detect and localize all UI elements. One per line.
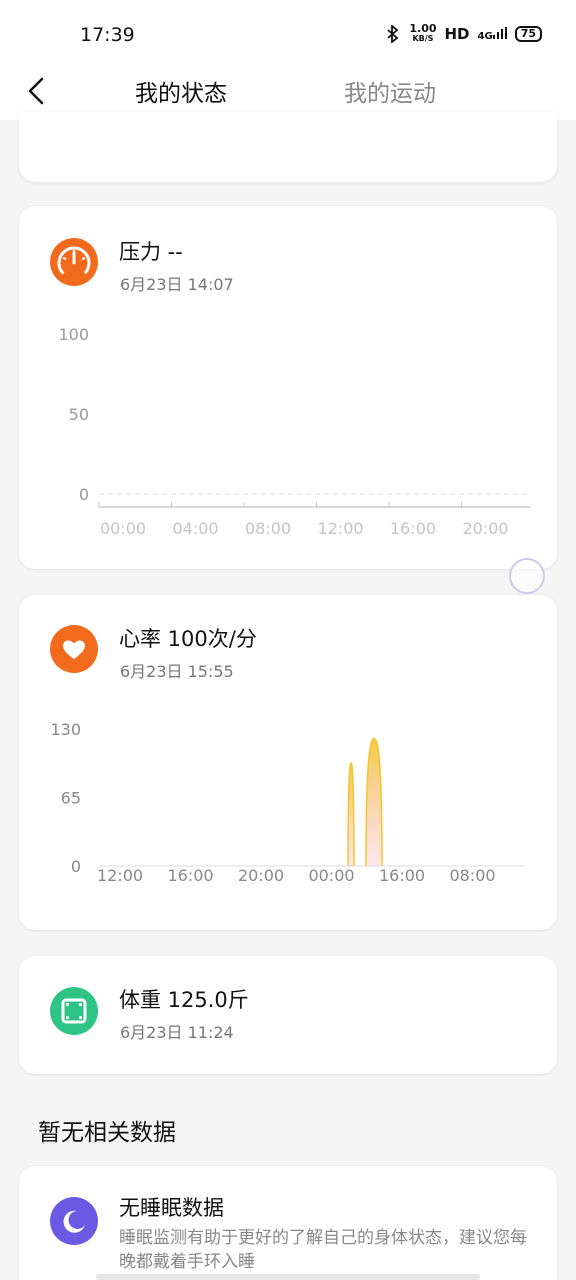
y-tick-label: 0 — [71, 857, 81, 876]
heart-rate-spike — [365, 737, 383, 867]
speed-unit: KB/S — [412, 34, 434, 43]
battery-icon: 75 — [514, 26, 542, 42]
y-tick-label: 65 — [61, 789, 81, 808]
x-tick-label: 16:00 — [379, 866, 425, 885]
sleep-card[interactable]: z 无睡眠数据 睡眠监测有助于更好的了解自己的身体状态，建议您每晚都戴着手环入睡 — [19, 1166, 557, 1280]
heart-rate-chart: 130 65 0 12:00 16:00 20:00 00:00 16:00 08:00 — [50, 720, 525, 885]
no-data-section-title: 暂无相关数据 — [38, 1120, 176, 1146]
y-tick-label: 130 — [50, 720, 81, 739]
scale-icon — [50, 987, 98, 1035]
network-speed: 1.00 KB/S — [409, 22, 437, 44]
weight-title: 体重 125.0斤 — [119, 988, 249, 1012]
x-tick-label: 08:00 — [245, 519, 291, 538]
x-tick-label: 20:00 — [238, 866, 284, 885]
weight-card[interactable]: 体重 125.0斤 6月23日 11:24 — [19, 956, 557, 1074]
heart-rate-spike — [347, 761, 355, 867]
sleep-title: 无睡眠数据 — [119, 1196, 224, 1220]
network-type: 4G — [477, 30, 493, 42]
x-tick-label: 04:00 — [172, 519, 218, 538]
pressure-chart: 100 50 0 00:00 04:00 08:00 12:00 16:00 20:00 — [58, 325, 531, 538]
status-icons: 1.00 KB/S HD 4G 75 — [385, 22, 542, 44]
signal-icon: 4G — [477, 26, 507, 42]
weight-time: 6月23日 11:24 — [120, 1023, 234, 1042]
svg-text:z: z — [77, 1216, 82, 1226]
y-tick-label: 50 — [69, 405, 89, 424]
x-tick-label: 00:00 — [100, 519, 146, 538]
x-tick-label: 12:00 — [97, 866, 143, 885]
x-tick-label: 20:00 — [462, 519, 508, 538]
bluetooth-icon — [387, 25, 399, 43]
y-tick-label: 0 — [79, 485, 89, 504]
moon-icon: z — [50, 1197, 98, 1245]
x-tick-label: 16:00 — [167, 866, 213, 885]
back-icon[interactable] — [24, 76, 50, 106]
heart-rate-card[interactable]: 心率 100次/分 6月23日 15:55 130 65 0 12:00 16:00 20… — [19, 595, 557, 930]
floating-scroll-handle[interactable] — [509, 558, 545, 594]
x-tick-label: 12:00 — [317, 519, 363, 538]
x-tick-label: 08:00 — [449, 866, 495, 885]
y-tick-label: 100 — [58, 325, 89, 344]
speed-value: 1.00 — [409, 22, 437, 35]
tab-my-sport[interactable]: 我的运动 — [344, 74, 436, 108]
home-indicator[interactable] — [96, 1274, 480, 1280]
sleep-description: 睡眠监测有助于更好的了解自己的身体状态，建议您每晚都戴着手环入睡 — [119, 1228, 527, 1272]
hd-indicator: HD — [444, 25, 470, 43]
pressure-card[interactable]: 压力 -- 6月23日 14:07 100 50 0 00:00 04:00 08:00 1… — [19, 206, 557, 569]
status-bar: 17:39 1.00 KB/S HD 4G 75 — [0, 0, 576, 62]
x-tick-label: 00:00 — [308, 866, 354, 885]
status-time: 17:39 — [80, 24, 135, 46]
tab-my-status[interactable]: 我的状态 — [135, 74, 227, 108]
partial-card[interactable] — [19, 112, 557, 182]
x-tick-label: 16:00 — [390, 519, 436, 538]
